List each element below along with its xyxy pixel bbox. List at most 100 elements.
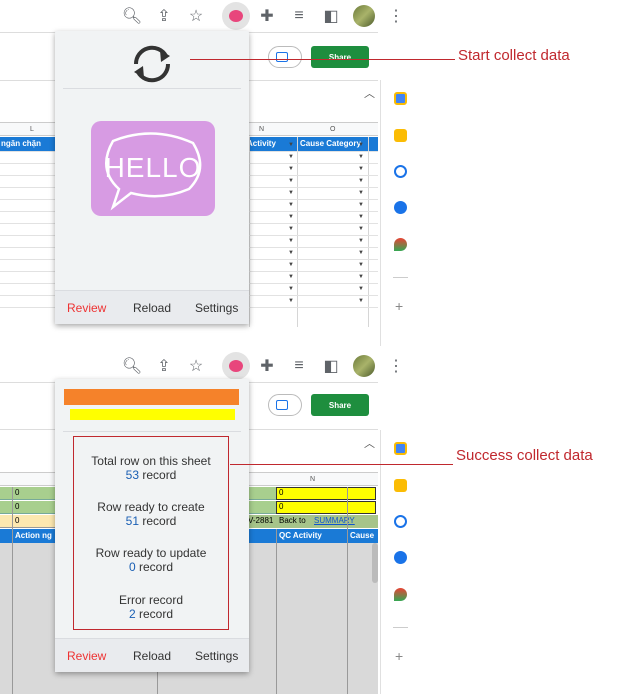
dropdown-arrow-icon[interactable]: ▼ — [288, 238, 294, 244]
dropdown-arrow-icon[interactable]: ▼ — [358, 166, 364, 172]
maps-icon[interactable] — [394, 588, 407, 601]
dropdown-arrow-icon[interactable]: ▼ — [358, 250, 364, 256]
side-panel-icon[interactable]: ◧ — [321, 6, 341, 26]
extension-bug-icon[interactable] — [222, 2, 250, 30]
sync-icon[interactable] — [128, 44, 176, 84]
review-tab[interactable]: Review — [67, 301, 106, 315]
redacted-orange-bar — [64, 389, 239, 405]
dropdown-arrow-icon[interactable]: ▼ — [358, 154, 364, 160]
dropdown-arrow-icon[interactable]: ▼ — [358, 298, 364, 304]
add-addon-icon[interactable]: + — [395, 298, 403, 314]
contacts-icon[interactable] — [394, 201, 407, 214]
col-letter-O: O — [330, 126, 336, 133]
reading-list-icon[interactable]: ≡ — [289, 6, 309, 26]
extension-popup-top: HELLO Review Reload Settings — [55, 31, 249, 324]
reload-tab[interactable]: Reload — [133, 301, 171, 315]
cell-r4b[interactable]: 0 — [279, 502, 283, 511]
row-yellow-2 — [276, 501, 376, 514]
dropdown-arrow-icon[interactable]: ▼ — [358, 262, 364, 268]
redacted-yellow-bar — [70, 409, 235, 420]
tasks-icon[interactable] — [394, 515, 407, 528]
dropdown-arrow-icon[interactable]: ▼ — [288, 250, 294, 256]
collapse-chevron-icon[interactable]: ︿ — [364, 85, 375, 101]
dropdown-arrow-icon[interactable]: ▼ — [288, 286, 294, 292]
calendar-icon[interactable] — [394, 92, 407, 105]
dropdown-arrow-icon[interactable]: ▼ — [358, 274, 364, 280]
zoom-icon[interactable]: 🔍︎ — [122, 6, 142, 26]
collapse-chevron-icon[interactable]: ︿ — [364, 435, 375, 451]
dropdown-arrow-icon[interactable]: ▼ — [288, 166, 294, 172]
bookmark-star-icon[interactable]: ☆ — [186, 6, 206, 26]
present-button[interactable] — [268, 46, 302, 68]
more-menu-icon[interactable]: ⋮ — [386, 6, 406, 26]
dropdown-arrow-icon[interactable]: ▼ — [288, 298, 294, 304]
dropdown-arrow-icon[interactable]: ▼ — [358, 226, 364, 232]
dropdown-arrow-icon[interactable]: ▼ — [288, 142, 294, 148]
calendar-icon[interactable] — [394, 442, 407, 455]
stat-create-label: Row ready to create — [97, 500, 205, 514]
cell-r3b[interactable]: 0 — [279, 488, 283, 497]
maps-icon[interactable] — [394, 238, 407, 251]
dropdown-arrow-icon[interactable]: ▼ — [288, 190, 294, 196]
settings-tab[interactable]: Settings — [195, 301, 238, 315]
browser-toolbar-bottom: 🔍︎ ⇪ ☆ ✚ ≡ ◧ ⋮ — [0, 350, 415, 382]
dropdown-arrow-icon[interactable]: ▼ — [358, 202, 364, 208]
dropdown-arrow-icon[interactable]: ▼ — [288, 214, 294, 220]
dropdown-arrow-icon[interactable]: ▼ — [358, 142, 364, 148]
stat-create-count: 51 — [125, 514, 139, 528]
stat-total-count: 53 — [125, 468, 139, 482]
extensions-puzzle-icon[interactable]: ✚ — [257, 356, 277, 376]
present-button[interactable] — [268, 394, 302, 416]
stat-error-count: 2 — [128, 607, 136, 621]
hello-image: HELLO — [91, 121, 215, 216]
annotation-line-success — [230, 464, 453, 465]
review-tab[interactable]: Review — [67, 649, 106, 663]
side-panel-icon[interactable]: ◧ — [321, 356, 341, 376]
dropdown-arrow-icon[interactable]: ▼ — [358, 178, 364, 184]
cell-r5a[interactable]: 0 — [15, 516, 19, 525]
dropdown-arrow-icon[interactable]: ▼ — [288, 178, 294, 184]
profile-avatar[interactable] — [353, 5, 375, 27]
contacts-icon[interactable] — [394, 551, 407, 564]
extensions-puzzle-icon[interactable]: ✚ — [257, 6, 277, 26]
dropdown-arrow-icon[interactable]: ▼ — [288, 262, 294, 268]
vertical-scrollbar[interactable] — [372, 543, 378, 583]
cell-r3a[interactable]: 0 — [15, 488, 19, 497]
header-qc-activity: QC Activity — [279, 531, 322, 540]
share-page-icon[interactable]: ⇪ — [154, 6, 174, 26]
keep-icon[interactable] — [394, 129, 407, 142]
annotation-start: Start collect data — [458, 47, 570, 64]
col-letter-N: N — [259, 126, 265, 133]
summary-link[interactable]: SUMMARY — [314, 516, 355, 525]
stat-error-label: Error record — [118, 593, 183, 607]
dropdown-arrow-icon[interactable]: ▼ — [358, 238, 364, 244]
add-addon-icon[interactable]: + — [395, 648, 403, 664]
cell-r5-id[interactable]: V-2881 — [248, 516, 273, 525]
bookmark-star-icon[interactable]: ☆ — [186, 356, 206, 376]
dropdown-arrow-icon[interactable]: ▼ — [358, 286, 364, 292]
dropdown-arrow-icon[interactable]: ▼ — [288, 202, 294, 208]
extension-popup-bottom: Total row on this sheet 53 record Row re… — [55, 379, 249, 672]
dropdown-arrow-icon[interactable]: ▼ — [358, 190, 364, 196]
settings-tab[interactable]: Settings — [195, 649, 238, 663]
dropdown-arrow-icon[interactable]: ▼ — [288, 226, 294, 232]
col-letter-L: L — [30, 126, 34, 133]
keep-icon[interactable] — [394, 479, 407, 492]
share-page-icon[interactable]: ⇪ — [154, 356, 174, 376]
share-button[interactable]: Share — [311, 46, 369, 68]
cell-r4a[interactable]: 0 — [15, 502, 19, 511]
tasks-icon[interactable] — [394, 165, 407, 178]
dropdown-arrow-icon[interactable]: ▼ — [288, 154, 294, 160]
browser-toolbar-top: 🔍︎ ⇪ ☆ ✚ ≡ ◧ ⋮ — [0, 0, 415, 32]
stat-update-label: Row ready to update — [95, 546, 207, 560]
dropdown-arrow-icon[interactable]: ▼ — [288, 274, 294, 280]
share-button[interactable]: Share — [311, 394, 369, 416]
side-panel-top: + — [380, 80, 420, 346]
dropdown-arrow-icon[interactable]: ▼ — [358, 214, 364, 220]
profile-avatar[interactable] — [353, 355, 375, 377]
extension-bug-icon[interactable] — [222, 352, 250, 380]
zoom-icon[interactable]: 🔍︎ — [122, 356, 142, 376]
reading-list-icon[interactable]: ≡ — [289, 356, 309, 376]
more-menu-icon[interactable]: ⋮ — [386, 356, 406, 376]
reload-tab[interactable]: Reload — [133, 649, 171, 663]
